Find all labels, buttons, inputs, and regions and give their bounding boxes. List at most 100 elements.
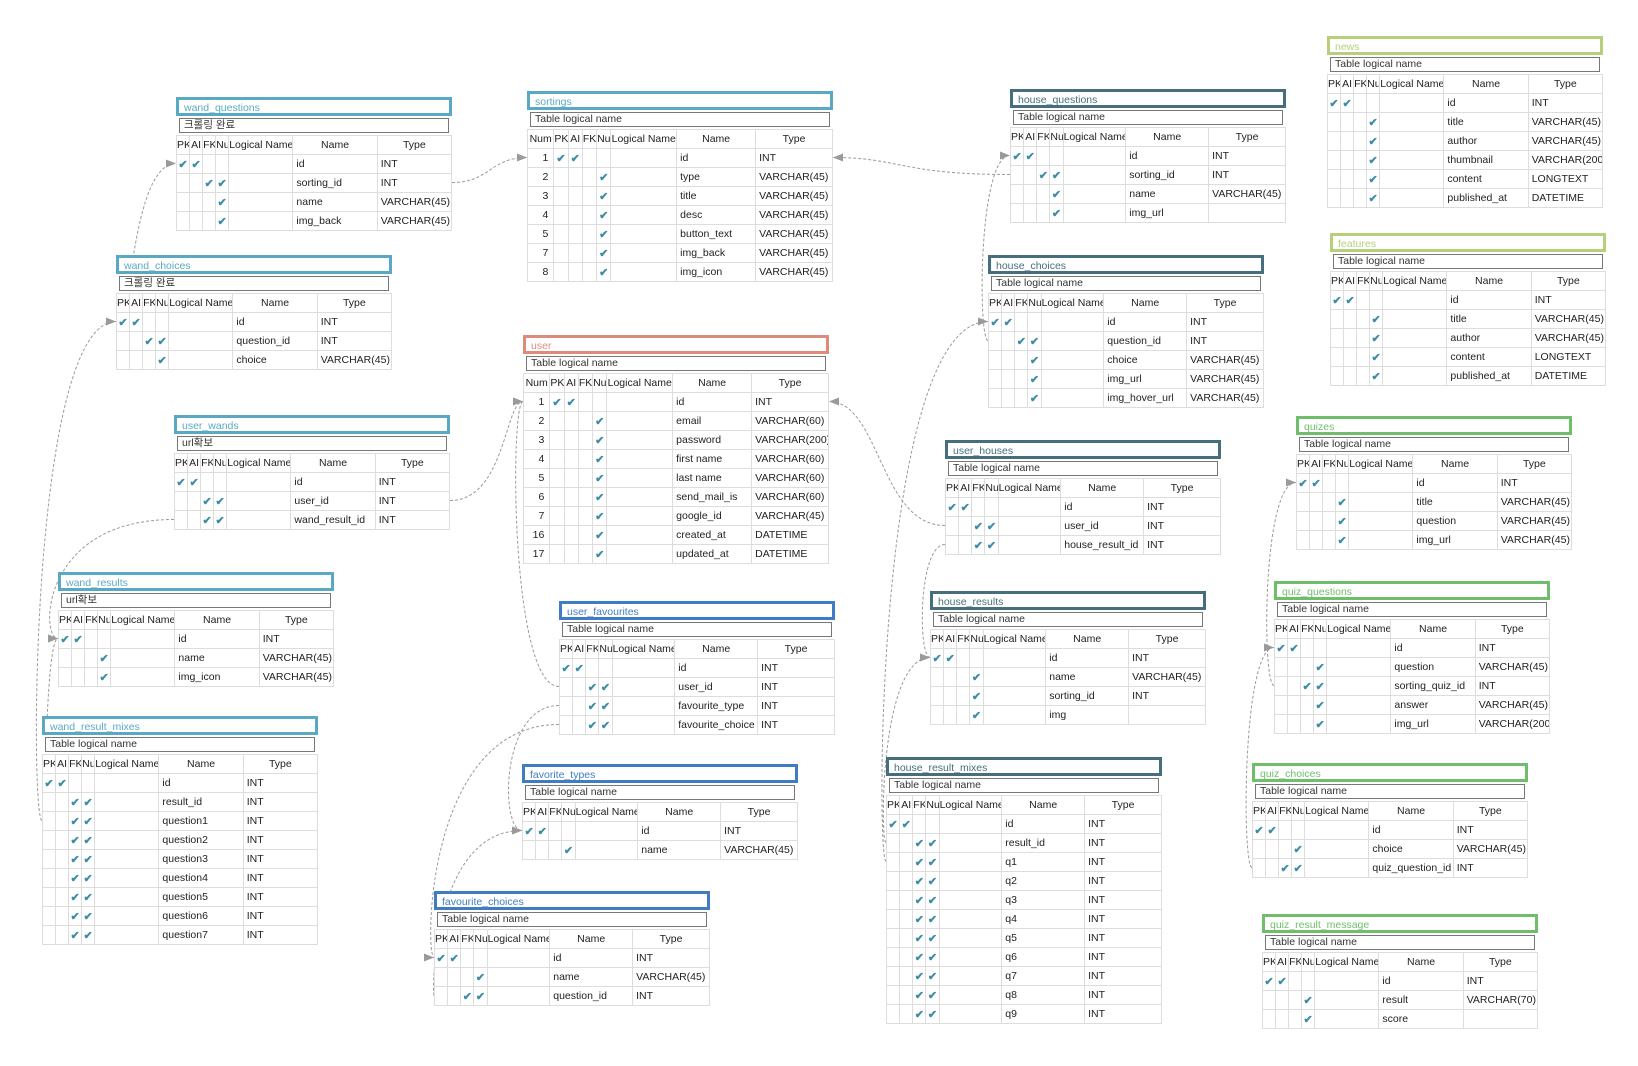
null-flag[interactable]: ✔ bbox=[1313, 657, 1328, 677]
pk-flag[interactable] bbox=[41, 849, 57, 869]
fk-flag[interactable] bbox=[1353, 169, 1368, 189]
null-flag[interactable]: ✔ bbox=[1366, 188, 1381, 208]
table-title[interactable]: house_results bbox=[930, 591, 1206, 610]
table-title[interactable]: news bbox=[1327, 36, 1603, 55]
pk-flag[interactable] bbox=[885, 852, 901, 872]
null-flag[interactable] bbox=[97, 629, 112, 649]
pk-flag[interactable] bbox=[1326, 131, 1342, 151]
null-flag[interactable] bbox=[1049, 146, 1064, 166]
fk-flag[interactable]: ✔ bbox=[912, 852, 927, 872]
column-row[interactable]: ✔ ✔ id INT bbox=[1329, 290, 1607, 310]
pk-flag[interactable] bbox=[1295, 511, 1311, 531]
pk-flag[interactable] bbox=[553, 243, 569, 263]
null-flag[interactable]: ✔ bbox=[925, 928, 940, 948]
null-flag[interactable]: ✔ bbox=[925, 909, 940, 929]
column-row[interactable]: ✔ ✔ id INT bbox=[433, 948, 710, 968]
column-row[interactable]: ✔ answer VARCHAR(45) bbox=[1273, 695, 1551, 715]
fk-flag[interactable]: ✔ bbox=[68, 849, 83, 869]
ai-flag[interactable] bbox=[899, 909, 914, 929]
fk-flag[interactable]: ✔ bbox=[68, 887, 83, 907]
column-row[interactable]: ✔ sorting_id INT bbox=[929, 686, 1206, 706]
null-flag[interactable]: ✔ bbox=[1301, 1009, 1316, 1029]
fk-flag[interactable] bbox=[1300, 638, 1315, 658]
ai-flag[interactable] bbox=[563, 468, 579, 488]
pk-flag[interactable] bbox=[1251, 858, 1267, 878]
column-row[interactable]: ✔ ✔ sorting_quiz_id INT bbox=[1273, 676, 1551, 696]
column-row[interactable]: ✔ ✔ id INT bbox=[1251, 820, 1529, 840]
ai-flag[interactable] bbox=[55, 830, 70, 850]
ai-flag[interactable] bbox=[572, 715, 587, 735]
ai-flag[interactable] bbox=[447, 967, 462, 987]
ai-flag[interactable] bbox=[55, 906, 70, 926]
fk-flag[interactable]: ✔ bbox=[912, 1004, 927, 1024]
fk-flag[interactable]: ✔ bbox=[912, 871, 927, 891]
ai-flag[interactable] bbox=[899, 833, 914, 853]
fk-flag[interactable] bbox=[1288, 971, 1303, 991]
table-wand-questions[interactable]: wand_questions 크롤링 완료 PKAIFKNullLogical Na… bbox=[175, 97, 453, 231]
null-flag[interactable]: ✔ bbox=[925, 852, 940, 872]
column-row[interactable]: ✔ ✔ user_id INT bbox=[558, 677, 835, 697]
pk-flag[interactable]: ✔ bbox=[553, 148, 569, 168]
null-flag[interactable] bbox=[81, 773, 96, 793]
null-flag[interactable]: ✔ bbox=[81, 830, 96, 850]
pk-flag[interactable] bbox=[1261, 990, 1277, 1010]
pk-flag[interactable] bbox=[521, 840, 537, 860]
ai-flag[interactable]: ✔ bbox=[1340, 93, 1355, 113]
table-title[interactable]: user bbox=[523, 335, 829, 354]
column-row[interactable]: 5 ✔ button_text VARCHAR(45) bbox=[526, 224, 833, 244]
null-flag[interactable] bbox=[1369, 290, 1384, 310]
fk-flag[interactable]: ✔ bbox=[912, 947, 927, 967]
ai-flag[interactable] bbox=[958, 516, 973, 536]
pk-flag[interactable] bbox=[558, 715, 574, 735]
fk-flag[interactable] bbox=[956, 705, 971, 725]
table-title[interactable]: wand_questions bbox=[176, 97, 452, 116]
ai-flag[interactable] bbox=[55, 887, 70, 907]
fk-flag[interactable] bbox=[1014, 369, 1029, 389]
column-row[interactable]: 4 ✔ first name VARCHAR(60) bbox=[522, 449, 829, 469]
fk-flag[interactable] bbox=[581, 243, 598, 263]
ai-flag[interactable] bbox=[1343, 328, 1358, 348]
ai-flag[interactable]: ✔ bbox=[1287, 638, 1302, 658]
column-row[interactable]: ✔ ✔ q5 INT bbox=[885, 928, 1162, 948]
fk-flag[interactable] bbox=[581, 262, 598, 282]
column-row[interactable]: 2 ✔ type VARCHAR(45) bbox=[526, 167, 833, 187]
column-row[interactable]: 1 ✔ ✔ id INT bbox=[526, 148, 833, 168]
ai-flag[interactable] bbox=[1309, 511, 1324, 531]
pk-flag[interactable] bbox=[1261, 1009, 1277, 1029]
table-title[interactable]: wand_choices bbox=[116, 255, 392, 274]
pk-flag[interactable] bbox=[1273, 676, 1289, 696]
fk-flag[interactable] bbox=[1322, 530, 1337, 550]
ai-flag[interactable] bbox=[1309, 530, 1324, 550]
table-favorite-types[interactable]: favorite_types Table logical name PK AI FK Nu… bbox=[521, 764, 798, 860]
fk-flag[interactable] bbox=[581, 167, 598, 187]
table-favourite-choices[interactable]: favourite_choices Table logical name PK AI F… bbox=[433, 891, 710, 1006]
ai-flag[interactable] bbox=[1287, 714, 1302, 734]
fk-flag[interactable]: ✔ bbox=[68, 811, 83, 831]
null-flag[interactable] bbox=[215, 154, 230, 174]
table-wand-choices[interactable]: wand_choices 크롤링 완료 PKAIFKNullLogical Name… bbox=[115, 255, 393, 370]
null-flag[interactable]: ✔ bbox=[1369, 347, 1384, 367]
table-house-results[interactable]: house_results Table logical name PK AI FK Nu l… bbox=[929, 591, 1206, 725]
table-logical-name[interactable]: Table logical name bbox=[1333, 254, 1603, 269]
column-row[interactable]: ✔ ✔ question_id INT bbox=[115, 331, 393, 351]
null-flag[interactable] bbox=[155, 312, 170, 332]
table-user[interactable]: user Table logical name NumPKAIFKNullLogic… bbox=[522, 335, 829, 564]
ai-flag[interactable] bbox=[1340, 131, 1355, 151]
ai-flag[interactable] bbox=[187, 510, 202, 530]
ai-flag[interactable] bbox=[563, 544, 579, 564]
ai-flag[interactable]: ✔ bbox=[567, 148, 583, 168]
table-wand-results[interactable]: wand_results url확보 PKAIFKNullLogical NameN… bbox=[57, 572, 335, 687]
null-flag[interactable]: ✔ bbox=[473, 967, 488, 987]
pk-flag[interactable] bbox=[549, 411, 565, 431]
table-logical-name[interactable]: Table logical name bbox=[45, 737, 315, 752]
table-user-favourites[interactable]: user_favourites Table logical name PK AI FK N… bbox=[558, 601, 835, 735]
ai-flag[interactable] bbox=[55, 868, 70, 888]
fk-flag[interactable] bbox=[1288, 990, 1303, 1010]
null-flag[interactable]: ✔ bbox=[592, 468, 608, 488]
pk-flag[interactable] bbox=[173, 510, 189, 530]
null-flag[interactable]: ✔ bbox=[1027, 369, 1042, 389]
null-flag[interactable]: ✔ bbox=[1366, 131, 1381, 151]
column-row[interactable]: ✔ img_hover_url VARCHAR(45) bbox=[987, 388, 1264, 408]
table-title[interactable]: house_questions bbox=[1010, 89, 1286, 108]
pk-flag[interactable] bbox=[41, 887, 57, 907]
